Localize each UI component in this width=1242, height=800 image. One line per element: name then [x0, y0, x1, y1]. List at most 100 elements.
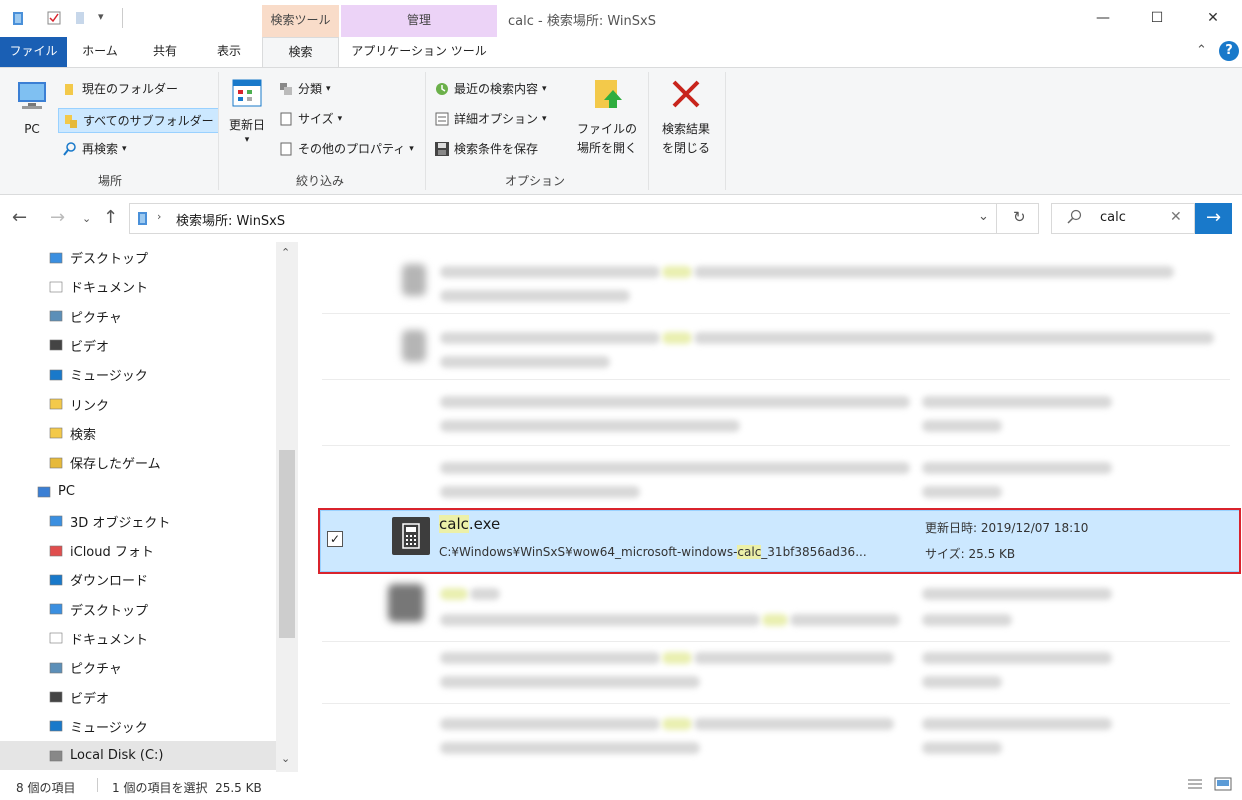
address-path[interactable]: 検索場所: WinSxS: [176, 210, 285, 229]
tab-home[interactable]: ホーム: [68, 37, 132, 67]
new-folder-icon[interactable]: [72, 10, 88, 26]
chevron-down-icon: ▾: [326, 83, 331, 94]
tab-search[interactable]: 検索: [262, 37, 339, 68]
tab-view[interactable]: 表示: [198, 37, 260, 67]
address-bar[interactable]: › 検索場所: WinSxS ⌄ ↻: [129, 203, 1039, 234]
recent-locations-icon[interactable]: ⌄: [82, 212, 91, 225]
search-go-button[interactable]: →: [1195, 203, 1232, 234]
nav-item[interactable]: ピクチャ: [0, 653, 276, 682]
nav-item[interactable]: ダウンロード: [0, 565, 276, 594]
open-file-location-button[interactable]: ファイルの 場所を開く: [572, 76, 642, 158]
links-icon: [48, 396, 64, 412]
nav-item-label: ミュージック: [70, 720, 148, 736]
nav-item[interactable]: ドキュメント: [0, 624, 276, 653]
scroll-down-icon[interactable]: ⌄: [281, 752, 290, 765]
blurred-result-row[interactable]: [322, 704, 1230, 770]
blurred-result-row[interactable]: [322, 576, 1230, 642]
nav-item[interactable]: リンク: [0, 390, 276, 419]
close-x-icon: [672, 80, 700, 108]
properties-icon[interactable]: [46, 10, 62, 26]
document-icon: [48, 630, 64, 646]
nav-item-label: 保存したゲーム: [70, 457, 161, 473]
nav-item-label: 3D オブジェクト: [70, 515, 171, 531]
search-results-pane: ✓ calc.exe C:¥Windows¥WinSxS¥wow64_micro…: [298, 242, 1242, 772]
nav-item[interactable]: 検索: [0, 419, 276, 448]
save-search-button[interactable]: 検索条件を保存: [434, 140, 538, 157]
advanced-options-button[interactable]: 詳細オプション ▾: [434, 110, 547, 127]
tab-file[interactable]: ファイル: [0, 37, 67, 67]
group-label-location: 場所: [97, 174, 122, 188]
search-again-button[interactable]: 再検索 ▾: [62, 140, 127, 157]
address-divider: [996, 204, 997, 233]
nav-item[interactable]: 保存したゲーム: [0, 448, 276, 477]
nav-item[interactable]: ミュージック: [0, 360, 276, 389]
desktop-icon: [48, 250, 64, 266]
large-icons-view-icon[interactable]: [1214, 776, 1232, 795]
ribbon-separator: [218, 72, 219, 190]
details-view-icon[interactable]: [1186, 777, 1204, 796]
close-search-button[interactable]: 検索結果 を閉じる: [652, 76, 720, 158]
nav-item-label: 検索: [70, 427, 97, 443]
nav-item[interactable]: ビデオ: [0, 683, 276, 712]
back-icon[interactable]: ←: [12, 207, 27, 228]
blurred-result-row[interactable]: [322, 380, 1230, 446]
other-properties-button[interactable]: その他のプロパティ ▾: [278, 140, 414, 157]
icloud-photos-icon: [48, 543, 64, 559]
blurred-result-row[interactable]: [322, 314, 1230, 380]
help-icon[interactable]: ?: [1219, 41, 1239, 61]
clear-search-icon[interactable]: ✕: [1170, 209, 1182, 225]
scroll-up-icon[interactable]: ⌃: [281, 246, 290, 259]
all-subfolders-label: すべてのサブフォルダー: [83, 114, 214, 128]
nav-item[interactable]: iCloud フォト: [0, 536, 276, 565]
all-subfolders-button[interactable]: すべてのサブフォルダー: [58, 108, 219, 133]
chevron-down-icon: ▾: [244, 135, 250, 145]
recent-searches-label: 最近の検索内容: [454, 82, 539, 96]
recent-searches-button[interactable]: 最近の検索内容 ▾: [434, 80, 547, 97]
navigation-pane: デスクトップ ドキュメント ピクチャ ビデオ ミュージック リンク 検索 保存したゲーム PC 3…: [0, 242, 298, 772]
tab-share[interactable]: 共有: [134, 37, 196, 67]
chevron-down-icon: ▾: [409, 143, 414, 154]
nav-item[interactable]: ピクチャ: [0, 302, 276, 331]
current-folder-button[interactable]: 現在のフォルダー: [62, 80, 178, 97]
nav-item[interactable]: デスクトップ: [0, 243, 276, 272]
size-icon: [278, 111, 294, 127]
navigation-scrollbar-thumb[interactable]: [279, 450, 295, 638]
refresh-icon[interactable]: ↻: [1013, 208, 1026, 226]
nav-item[interactable]: 3D オブジェクト: [0, 507, 276, 536]
blurred-result-row[interactable]: [322, 248, 1230, 314]
search-input[interactable]: calc: [1100, 210, 1126, 225]
status-bar: 8 個の項目 1 個の項目を選択 25.5 KB: [0, 772, 1242, 800]
size-button[interactable]: サイズ ▾: [278, 110, 342, 127]
nav-item[interactable]: PC: [0, 477, 276, 506]
breadcrumb-chevron-icon: ›: [157, 210, 162, 223]
group-label-options: オプション: [504, 174, 565, 188]
kind-button[interactable]: 分類 ▾: [278, 80, 331, 97]
pc-label: PC: [24, 122, 40, 136]
forward-icon[interactable]: →: [50, 207, 65, 228]
nav-item[interactable]: Local Disk (C:): [0, 741, 276, 771]
date-modified-button[interactable]: 更新日 ▾: [222, 76, 272, 145]
saved-games-icon: [48, 455, 64, 471]
folder-icon: [62, 81, 78, 97]
blurred-result-row[interactable]: [322, 638, 1230, 704]
pc-button[interactable]: PC: [10, 78, 54, 139]
minimize-button[interactable]: —: [1080, 0, 1126, 37]
maximize-button[interactable]: ☐: [1134, 0, 1180, 37]
open-location-label-1: ファイルの: [576, 122, 637, 136]
customize-qat-icon[interactable]: ▾: [98, 10, 104, 23]
nav-item[interactable]: ドキュメント: [0, 272, 276, 301]
properties-icon: [278, 141, 294, 157]
close-button[interactable]: ✕: [1190, 0, 1236, 37]
search-box[interactable]: calc ✕: [1051, 203, 1195, 234]
ribbon-separator: [725, 72, 726, 190]
tab-application-tools[interactable]: アプリケーション ツール: [341, 37, 497, 67]
nav-item[interactable]: デスクトップ: [0, 595, 276, 624]
open-location-icon: [595, 80, 622, 108]
status-selection: 1 個の項目を選択 25.5 KB: [112, 781, 262, 795]
collapse-ribbon-icon[interactable]: ⌃: [1196, 43, 1207, 58]
nav-item[interactable]: ミュージック: [0, 712, 276, 741]
up-icon[interactable]: ↑: [103, 207, 118, 228]
blurred-result-row[interactable]: [322, 446, 1230, 512]
address-dropdown-icon[interactable]: ⌄: [978, 209, 989, 224]
nav-item[interactable]: ビデオ: [0, 331, 276, 360]
